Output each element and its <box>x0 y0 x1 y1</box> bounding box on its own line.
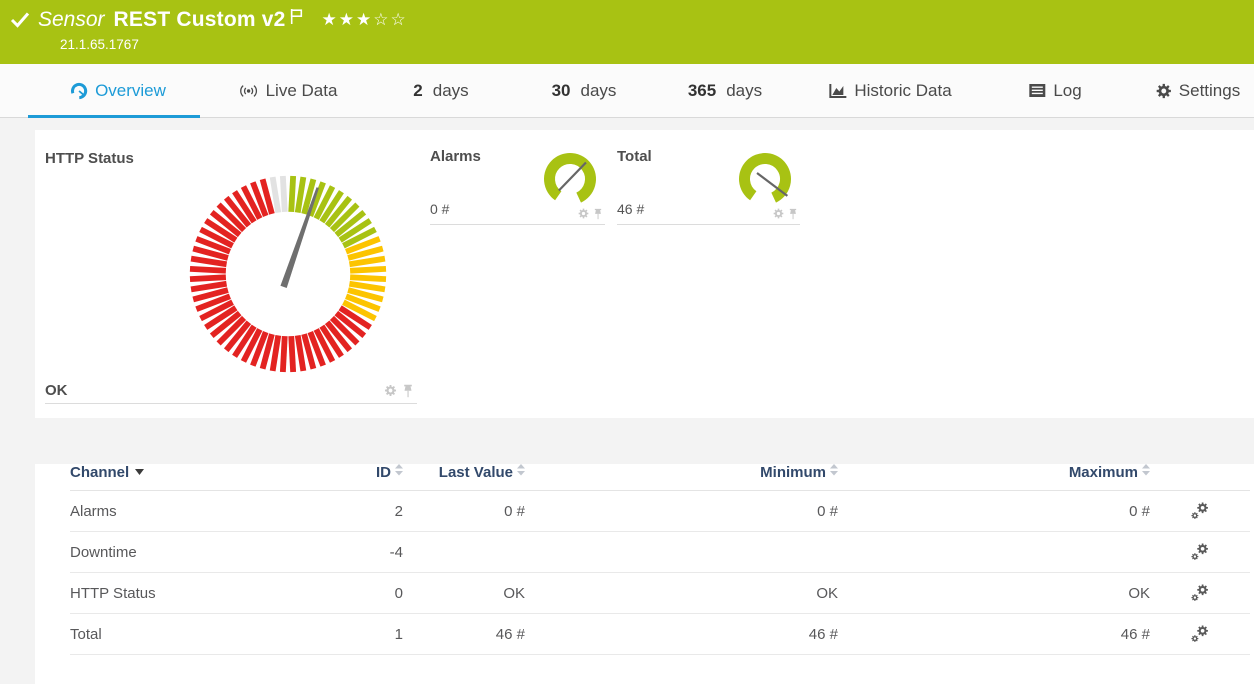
tab-365-days-label: days <box>726 81 762 101</box>
table-row: HTTP Status 0 OK OK OK <box>70 573 1250 614</box>
alarms-value: 0 # <box>430 201 449 217</box>
tab-live-data[interactable]: Live Data <box>239 81 338 101</box>
tab-30-days[interactable]: 30 days <box>552 81 617 101</box>
column-header-actions <box>1150 464 1250 491</box>
tab-settings[interactable]: Settings <box>1156 81 1240 101</box>
priority-flag-icon[interactable] <box>290 8 304 25</box>
channel-maximum: OK <box>838 573 1150 614</box>
live-data-icon <box>239 83 259 99</box>
channel-settings-icon[interactable] <box>1190 501 1210 521</box>
gauge-pin-icon[interactable] <box>402 384 414 398</box>
priority-stars[interactable]: ★★★☆☆ <box>322 10 408 30</box>
stars-empty[interactable]: ☆☆ <box>373 10 407 29</box>
tab-2-days-number: 2 <box>413 81 422 101</box>
gauge-icon <box>70 82 88 100</box>
channel-last-value <box>403 532 525 573</box>
sensor-version: 21.1.65.1767 <box>60 37 1254 52</box>
http-status-gauge <box>185 171 391 377</box>
channel-settings-icon[interactable] <box>1190 624 1210 644</box>
sort-icon <box>395 464 403 476</box>
channel-name: Total <box>70 614 303 655</box>
tab-historic-data[interactable]: Historic Data <box>828 81 951 101</box>
channel-id: -4 <box>303 532 403 573</box>
channel-name: Downtime <box>70 532 303 573</box>
channel-last-value: 46 # <box>403 614 525 655</box>
channel-maximum <box>838 532 1150 573</box>
column-header-maximum[interactable]: Maximum <box>838 464 1150 491</box>
sort-icon <box>1142 464 1150 476</box>
total-gauge-block: Total 46 # <box>617 142 800 225</box>
tab-30-days-number: 30 <box>552 81 571 101</box>
alarms-gauge <box>537 147 603 209</box>
tab-overview[interactable]: Overview <box>70 81 166 101</box>
table-row: Total 1 46 # 46 # 46 # <box>70 614 1250 655</box>
tab-365-days[interactable]: 365 days <box>688 81 762 101</box>
tab-2-days-label: days <box>433 81 469 101</box>
channel-minimum <box>525 532 838 573</box>
column-header-minimum[interactable]: Minimum <box>525 464 838 491</box>
gauge-pin-icon[interactable] <box>788 208 798 220</box>
channel-maximum: 0 # <box>838 491 1150 532</box>
alarms-gauge-block: Alarms 0 # <box>430 142 605 225</box>
table-row: Downtime -4 <box>70 532 1250 573</box>
channel-id: 2 <box>303 491 403 532</box>
column-header-id[interactable]: ID <box>303 464 403 491</box>
tab-overview-label: Overview <box>95 81 166 101</box>
log-icon <box>1028 83 1046 98</box>
column-header-channel[interactable]: Channel <box>70 464 303 491</box>
sort-desc-icon <box>135 469 144 475</box>
stars-filled[interactable]: ★★★ <box>322 10 374 29</box>
gauge-gear-icon[interactable] <box>773 208 784 219</box>
tab-log-label: Log <box>1053 81 1081 101</box>
table-header-row: Channel ID Last Value Minimum Maximum <box>70 464 1250 491</box>
tab-live-data-label: Live Data <box>266 81 338 101</box>
sort-icon <box>517 464 525 476</box>
tab-bar: Overview Live Data 2 days 30 days 365 da… <box>0 64 1254 118</box>
channel-minimum: 0 # <box>525 491 838 532</box>
page-title: REST Custom v2 <box>114 8 286 32</box>
table-row: Alarms 2 0 # 0 # 0 # <box>70 491 1250 532</box>
channel-settings-icon[interactable] <box>1190 542 1210 562</box>
total-value: 46 # <box>617 201 644 217</box>
gauge-gear-icon[interactable] <box>578 208 589 219</box>
column-header-last-value[interactable]: Last Value <box>403 464 525 491</box>
http-status-value: OK <box>45 382 68 399</box>
channel-id: 1 <box>303 614 403 655</box>
tab-365-days-number: 365 <box>688 81 716 101</box>
channel-name: HTTP Status <box>70 573 303 614</box>
channel-settings-icon[interactable] <box>1190 583 1210 603</box>
tab-settings-label: Settings <box>1179 81 1240 101</box>
tab-historic-data-label: Historic Data <box>854 81 951 101</box>
status-check-icon <box>10 11 30 29</box>
http-status-gauge-block: HTTP Status OK <box>45 130 417 404</box>
sensor-header: Sensor REST Custom v2 ★★★☆☆ 21.1.65.1767 <box>0 0 1254 64</box>
gauge-gear-icon[interactable] <box>384 384 397 397</box>
historic-chart-icon <box>828 83 847 99</box>
channels-table: Channel ID Last Value Minimum Maximum <box>70 464 1250 655</box>
overview-gauges-panel: HTTP Status OK Alarms 0 # <box>35 130 1254 418</box>
channel-last-value: OK <box>403 573 525 614</box>
channel-minimum: 46 # <box>525 614 838 655</box>
sort-icon <box>830 464 838 476</box>
channel-last-value: 0 # <box>403 491 525 532</box>
channel-minimum: OK <box>525 573 838 614</box>
channel-maximum: 46 # <box>838 614 1150 655</box>
tab-30-days-label: days <box>581 81 617 101</box>
gear-icon <box>1156 83 1172 99</box>
gauge-pin-icon[interactable] <box>593 208 603 220</box>
total-gauge <box>732 147 798 209</box>
object-type-label: Sensor <box>38 8 105 32</box>
channel-name: Alarms <box>70 491 303 532</box>
channels-panel: Channel ID Last Value Minimum Maximum <box>35 464 1254 684</box>
active-tab-underline <box>28 115 200 118</box>
http-status-title: HTTP Status <box>45 150 417 167</box>
channel-id: 0 <box>303 573 403 614</box>
tab-log[interactable]: Log <box>1028 81 1081 101</box>
tab-2-days[interactable]: 2 days <box>413 81 468 101</box>
